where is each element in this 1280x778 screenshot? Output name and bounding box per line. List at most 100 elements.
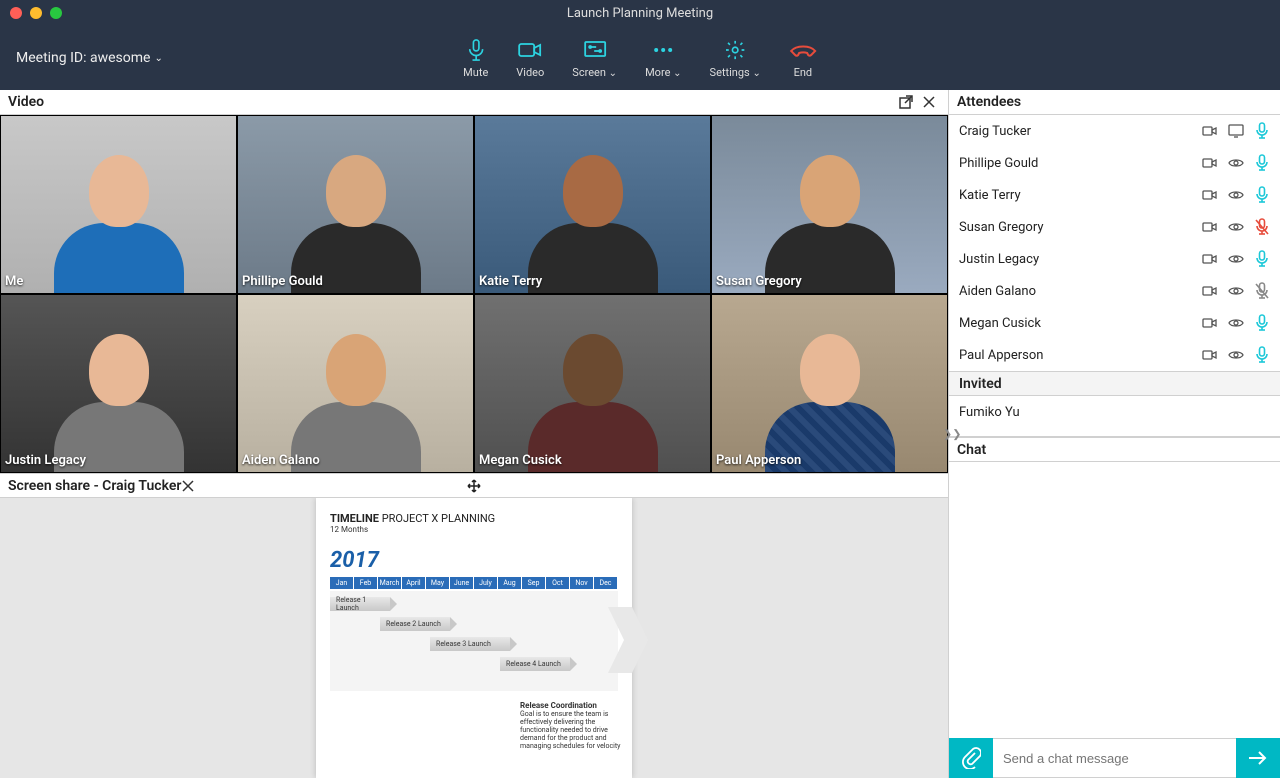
tile-name: Me [5, 274, 23, 289]
camera-icon[interactable] [1202, 187, 1218, 203]
window-title: Launch Planning Meeting [0, 6, 1280, 21]
mic-on-icon[interactable] [1254, 155, 1270, 171]
video-label: Video [516, 66, 544, 79]
gear-icon [724, 38, 746, 62]
titlebar: Launch Planning Meeting [0, 0, 1280, 26]
camera-icon[interactable] [1202, 155, 1218, 171]
attendee-row[interactable]: Paul Apperson [949, 339, 1280, 371]
close-section-button[interactable] [918, 95, 940, 109]
video-tile[interactable]: Justin Legacy [0, 294, 237, 473]
attendee-status-icons [1202, 347, 1270, 363]
close-share-button[interactable] [181, 479, 195, 493]
more-icon [651, 38, 675, 62]
attendee-status-icons [1202, 155, 1270, 171]
camera-icon[interactable] [1202, 347, 1218, 363]
video-tile[interactable]: Megan Cusick [474, 294, 711, 473]
month-cell: Sep [522, 577, 546, 589]
video-tile[interactable]: Paul Apperson [711, 294, 948, 473]
mic-off-icon[interactable] [1254, 219, 1270, 235]
mic-on-icon[interactable] [1254, 187, 1270, 203]
arrow-right-icon [1247, 749, 1269, 767]
meeting-id-dropdown[interactable]: Meeting ID: awesome ⌄ [16, 50, 163, 66]
attendee-status-icons [1202, 283, 1270, 299]
rc-body: Goal is to ensure the team is effectivel… [520, 710, 620, 750]
attendee-row[interactable]: Susan Gregory [949, 211, 1280, 243]
chevron-down-icon: ⌄ [752, 68, 760, 79]
chevron-down-icon: ⌄ [609, 68, 617, 79]
minimize-window-button[interactable] [30, 7, 42, 19]
screen-share-button[interactable]: Screen ⌄ [572, 38, 617, 79]
move-handle-icon[interactable] [467, 479, 481, 493]
gantt-bar: Release 4 Launch [500, 657, 570, 671]
month-cell: July [474, 577, 498, 589]
month-cell: Jan [330, 577, 354, 589]
camera-icon[interactable] [1202, 123, 1218, 139]
popout-button[interactable] [894, 94, 918, 110]
more-button[interactable]: More ⌄ [645, 38, 681, 79]
attendee-name: Paul Apperson [959, 348, 1202, 363]
eye-icon[interactable] [1228, 155, 1244, 171]
camera-icon[interactable] [1202, 251, 1218, 267]
attendee-name: Megan Cusick [959, 316, 1202, 331]
end-call-button[interactable]: End [789, 38, 817, 79]
month-cell: May [426, 577, 450, 589]
eye-icon[interactable] [1228, 219, 1244, 235]
mute-button[interactable]: Mute [463, 38, 488, 79]
attendee-name: Justin Legacy [959, 252, 1202, 267]
video-tile[interactable]: Phillipe Gould [237, 115, 474, 294]
eye-icon[interactable] [1228, 251, 1244, 267]
chevron-shape [608, 607, 648, 673]
attach-button[interactable] [949, 738, 993, 778]
video-tile[interactable]: Me [0, 115, 237, 294]
invited-header-label: Invited [959, 376, 1002, 392]
eye-icon[interactable] [1228, 283, 1244, 299]
chat-header-label: Chat [957, 442, 986, 458]
mic-muted-icon[interactable] [1254, 283, 1270, 299]
chat-header: Chat [949, 437, 1280, 462]
video-button[interactable]: Video [516, 38, 544, 79]
month-cell: June [450, 577, 474, 589]
attendee-row[interactable]: Justin Legacy [949, 243, 1280, 275]
mic-on-icon[interactable] [1254, 123, 1270, 139]
camera-icon[interactable] [1202, 219, 1218, 235]
eye-icon[interactable] [1228, 187, 1244, 203]
gantt-bar: Release 2 Launch [380, 617, 450, 631]
shared-slide: TIMELINE PROJECT X PLANNING 12 Months 20… [316, 498, 632, 778]
release-coordination-text: Release Coordination Goal is to ensure t… [520, 701, 630, 750]
eye-icon[interactable] [1228, 315, 1244, 331]
attendee-row[interactable]: Craig Tucker [949, 115, 1280, 147]
settings-button[interactable]: Settings ⌄ [710, 38, 761, 79]
chat-input[interactable] [993, 738, 1236, 778]
attendee-name: Aiden Galano [959, 284, 1202, 299]
gantt-chart: Release 1 Launch Release 2 Launch Release … [330, 591, 618, 691]
mic-on-icon[interactable] [1254, 315, 1270, 331]
attendee-row[interactable]: Katie Terry [949, 179, 1280, 211]
mic-on-icon[interactable] [1254, 251, 1270, 267]
send-button[interactable] [1236, 738, 1280, 778]
invited-row[interactable]: Fumiko Yu [949, 396, 1280, 428]
hangup-icon [789, 38, 817, 62]
mic-on-icon[interactable] [1254, 347, 1270, 363]
eye-icon[interactable] [1228, 347, 1244, 363]
close-window-button[interactable] [10, 7, 22, 19]
gantt-bar: Release 1 Launch [330, 597, 390, 611]
tile-name: Megan Cusick [479, 453, 562, 468]
slide-year: 2017 [330, 548, 618, 573]
fullscreen-window-button[interactable] [50, 7, 62, 19]
month-cell: Oct [546, 577, 570, 589]
camera-icon[interactable] [1202, 283, 1218, 299]
screen-icon[interactable] [1228, 123, 1244, 139]
attendee-name: Susan Gregory [959, 220, 1202, 235]
tile-name: Phillipe Gould [242, 274, 323, 289]
panel-splitter[interactable]: ❯❯ [943, 428, 961, 441]
attendee-row[interactable]: Aiden Galano [949, 275, 1280, 307]
attendee-row[interactable]: Megan Cusick [949, 307, 1280, 339]
camera-icon[interactable] [1202, 315, 1218, 331]
video-tile[interactable]: Aiden Galano [237, 294, 474, 473]
video-tile[interactable]: Katie Terry [474, 115, 711, 294]
month-cell: Aug [498, 577, 522, 589]
attendee-row[interactable]: Phillipe Gould [949, 147, 1280, 179]
tile-name: Aiden Galano [242, 453, 320, 468]
video-tile[interactable]: Susan Gregory [711, 115, 948, 294]
attendee-status-icons [1202, 315, 1270, 331]
